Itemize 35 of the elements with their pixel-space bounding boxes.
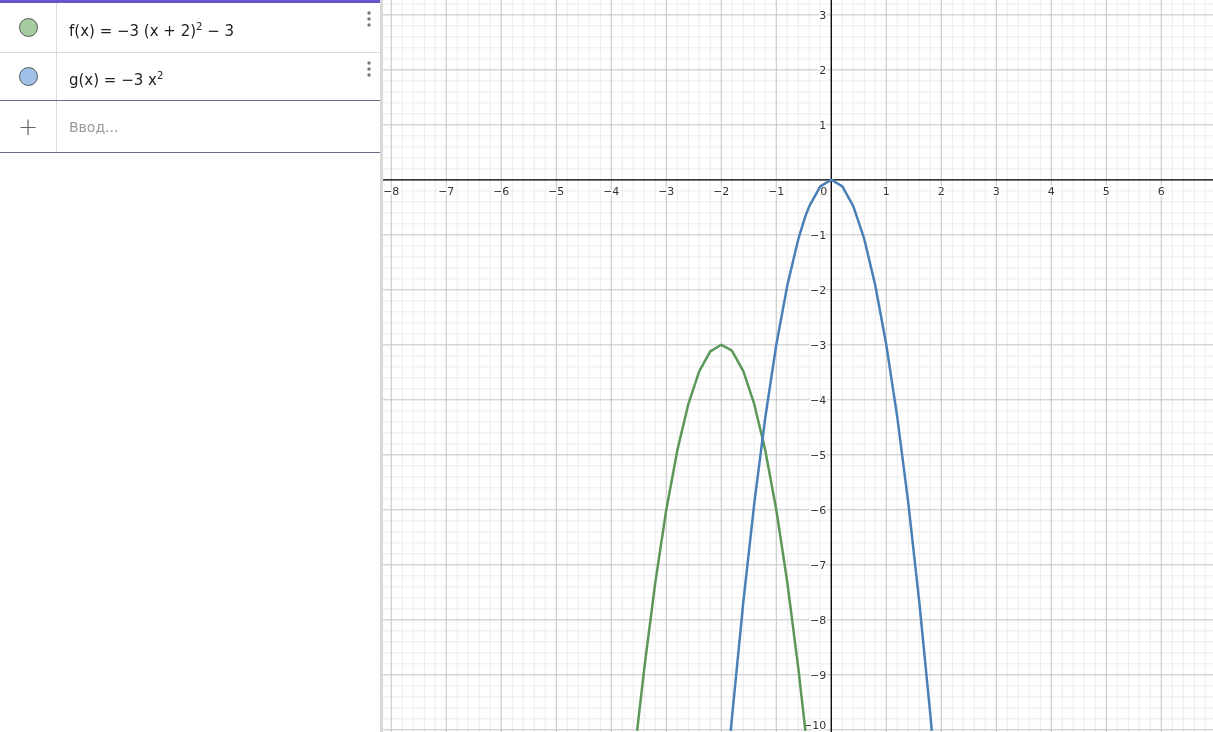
tick-label: −4 xyxy=(810,393,827,407)
tick-label: 2 xyxy=(819,63,827,77)
tick-label: −8 xyxy=(810,613,827,627)
tick-label: −5 xyxy=(810,448,827,462)
add-icon[interactable]: + xyxy=(17,112,39,141)
tick-label: −3 xyxy=(658,184,675,198)
tick-label: 5 xyxy=(1102,184,1110,198)
tick-label: −8 xyxy=(383,184,400,198)
tick-label: −6 xyxy=(810,503,827,517)
tick-label: −4 xyxy=(603,184,620,198)
tick-label: −5 xyxy=(548,184,565,198)
tick-label: 2 xyxy=(937,184,945,198)
input-field[interactable]: Ввод... xyxy=(57,101,380,152)
tick-label: −9 xyxy=(810,668,827,682)
tick-label: 3 xyxy=(819,8,827,22)
tick-label: −1 xyxy=(810,228,827,242)
tick-label: 6 xyxy=(1157,184,1165,198)
origin-label: 0 xyxy=(820,184,828,198)
tick-label: −3 xyxy=(810,338,827,352)
tick-label: 1 xyxy=(819,118,827,132)
tick-label: −1 xyxy=(768,184,785,198)
visibility-dot[interactable] xyxy=(18,67,38,86)
more-icon[interactable] xyxy=(367,61,371,77)
tick-label: −2 xyxy=(713,184,730,198)
formula: g(x) = −3 x$^{2}$ xyxy=(69,70,164,89)
tick-label: −6 xyxy=(493,184,510,198)
more-icon[interactable] xyxy=(367,11,371,27)
tick-label: −2 xyxy=(810,283,827,297)
visibility-dot[interactable] xyxy=(18,18,38,37)
tick-label: −7 xyxy=(438,184,455,198)
tick-label: 1 xyxy=(882,184,890,198)
tick-label: 3 xyxy=(992,184,1000,198)
tick-label: −7 xyxy=(810,558,827,572)
formula: f(x) = −3 (x + 2)$^{2}$ − 3 xyxy=(69,21,235,40)
tick-label: 4 xyxy=(1047,184,1055,198)
